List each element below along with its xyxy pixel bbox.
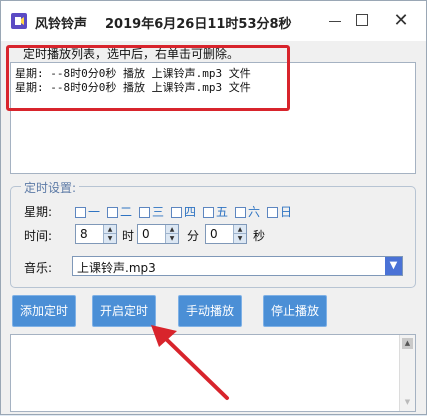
maximize-icon [356,14,368,26]
annotation-highlight-box [6,45,290,111]
maximize-button[interactable] [351,9,375,33]
hour-down-icon[interactable]: ▼ [103,234,116,243]
second-unit: 秒 [253,229,266,243]
add-schedule-button[interactable]: 添加定时 [12,295,76,327]
weekday-checkbox-wed[interactable]: 三 [139,203,164,220]
weekday-checkbox-fri[interactable]: 五 [203,203,228,220]
second-down-icon[interactable]: ▼ [233,234,246,243]
second-stepper[interactable]: 0 ▲ ▼ [205,224,247,244]
window-title: 风铃铃声 2019年6月26日11时53分8秒 [35,13,310,32]
minimize-button[interactable] [323,9,347,33]
minute-unit: 分 [187,229,200,243]
hour-value: 8 [80,227,88,241]
minute-value: 0 [142,227,150,241]
hour-unit: 时 [122,229,135,243]
checkbox-icon [267,207,278,218]
log-textarea[interactable]: ▲ ▼ [10,334,416,412]
checkbox-icon [171,207,182,218]
checkbox-icon [203,207,214,218]
stop-play-button[interactable]: 停止播放 [263,295,327,327]
minute-down-icon[interactable]: ▼ [165,234,178,243]
hour-stepper[interactable]: 8 ▲ ▼ [75,224,117,244]
music-select[interactable]: 上课铃声.mp3 ▼ [72,256,403,276]
scroll-up-icon[interactable]: ▲ [402,338,413,349]
minimize-icon [329,21,341,22]
weekday-checkbox-mon[interactable]: 一 [75,203,100,220]
title-bar[interactable]: 风铃铃声 2019年6月26日11时53分8秒 ✕ [1,1,426,41]
checkbox-icon [139,207,150,218]
app-window: 风铃铃声 2019年6月26日11时53分8秒 ✕ 定时播放列表，选中后，右单击可… [0,0,427,415]
start-schedule-button[interactable]: 开启定时 [92,295,156,327]
app-name: 风铃铃声 [35,17,88,32]
weekday-label: 星期: [24,205,53,219]
music-selected-value: 上课铃声.mp3 [77,261,156,275]
checkbox-icon [75,207,86,218]
weekday-checkbox-sun[interactable]: 日 [267,203,292,220]
music-label: 音乐: [24,261,53,275]
weekday-checkbox-thu[interactable]: 四 [171,203,196,220]
close-icon: ✕ [393,10,409,31]
scroll-down-icon[interactable]: ▼ [402,397,413,408]
checkbox-icon [107,207,118,218]
weekday-checkbox-sat[interactable]: 六 [235,203,260,220]
title-datetime: 2019年6月26日11时53分8秒 [105,17,292,32]
settings-group-title: 定时设置: [21,179,80,196]
chevron-down-icon[interactable]: ▼ [385,257,402,275]
app-icon [11,13,27,29]
time-label: 时间: [24,229,53,243]
close-button[interactable]: ✕ [389,9,413,33]
minute-stepper[interactable]: 0 ▲ ▼ [137,224,179,244]
manual-play-button[interactable]: 手动播放 [178,295,242,327]
minute-up-icon[interactable]: ▲ [165,225,178,234]
checkbox-icon [235,207,246,218]
weekday-checkbox-tue[interactable]: 二 [107,203,132,220]
second-value: 0 [210,227,218,241]
hour-up-icon[interactable]: ▲ [103,225,116,234]
log-scrollbar[interactable]: ▲ ▼ [399,335,415,411]
second-up-icon[interactable]: ▲ [233,225,246,234]
